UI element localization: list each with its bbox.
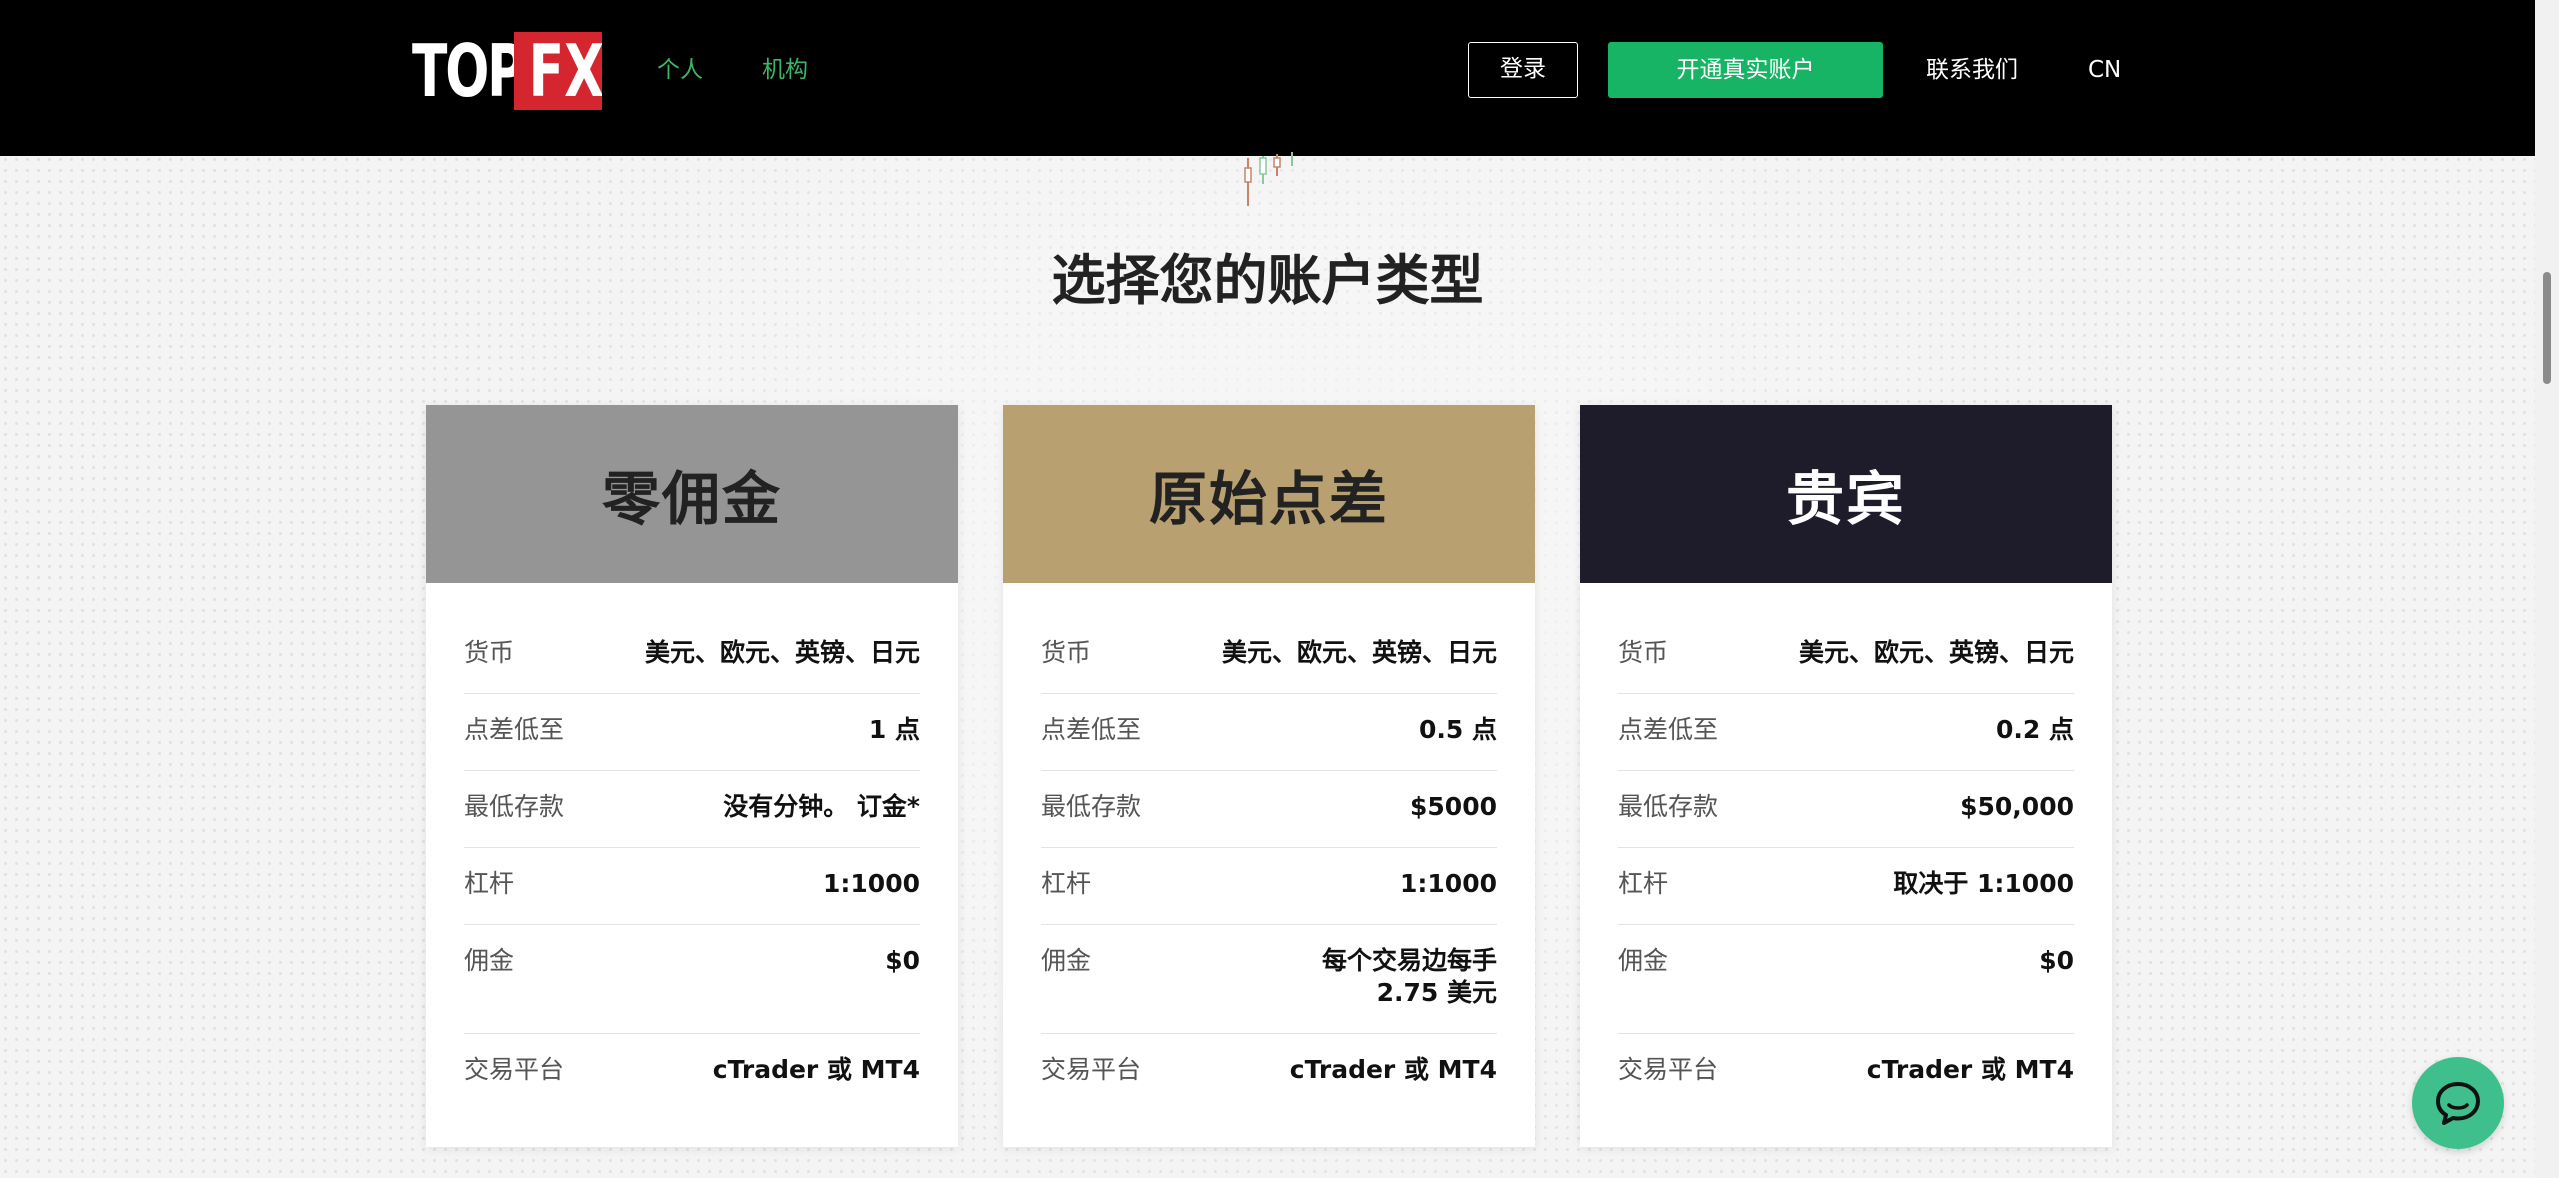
row-value: 每个交易边每手 2.75 美元	[1321, 946, 1497, 1007]
page-scrollbar[interactable]	[2535, 0, 2559, 1178]
row-min-deposit: 最低存款 $5000	[1041, 771, 1497, 848]
row-label: 杠杆	[1618, 869, 1669, 898]
row-label: 交易平台	[1618, 1055, 1719, 1084]
row-platform: 交易平台 cTrader 或 MT4	[464, 1034, 920, 1111]
logo-fx-text: FX	[528, 32, 602, 110]
card-body: 货币 美元、欧元、英镑、日元 点差低至 0.5 点 最低存款 $5000 杠杆 1:10…	[1003, 583, 1535, 1111]
site-header: TOP FX 个人 机构 登录 开通真实账户 联系我们 CN	[0, 0, 2535, 156]
row-value: 0.2 点	[1996, 715, 2074, 744]
row-spread: 点差低至 0.5 点	[1041, 694, 1497, 771]
language-selector[interactable]: CN	[2088, 50, 2121, 90]
row-label: 点差低至	[1618, 715, 1719, 744]
row-label: 最低存款	[464, 792, 565, 821]
login-button[interactable]: 登录	[1468, 42, 1578, 98]
row-label: 最低存款	[1618, 792, 1719, 821]
row-label: 货币	[464, 638, 515, 667]
row-spread: 点差低至 1 点	[464, 694, 920, 771]
row-label: 点差低至	[1041, 715, 1142, 744]
row-label: 佣金	[464, 946, 515, 975]
chat-button[interactable]	[2412, 1057, 2504, 1149]
row-value: $5000	[1410, 792, 1497, 821]
row-value: 1 点	[868, 715, 920, 744]
topfx-logo[interactable]: TOP FX	[412, 30, 602, 112]
row-value: 0.5 点	[1419, 715, 1497, 744]
row-label: 佣金	[1041, 946, 1092, 975]
row-value: $50,000	[1960, 792, 2074, 821]
row-value: 没有分钟。 订金*	[723, 792, 920, 821]
nav-personal[interactable]: 个人	[657, 50, 703, 90]
card-title: 零佣金	[601, 465, 782, 533]
row-leverage: 杠杆 取决于 1:1000	[1618, 848, 2074, 925]
chat-bubble-icon	[2436, 1082, 2480, 1125]
card-body: 货币 美元、欧元、英镑、日元 点差低至 0.2 点 最低存款 $50,000 杠杆 取决…	[1580, 583, 2112, 1111]
row-label: 佣金	[1618, 946, 1669, 975]
row-label: 杠杆	[1041, 869, 1092, 898]
row-min-deposit: 最低存款 $50,000	[1618, 771, 2074, 848]
account-card-raw-spread: 原始点差 货币 美元、欧元、英镑、日元 点差低至 0.5 点 最低存款 $5000 杠…	[1003, 405, 1535, 1147]
row-min-deposit: 最低存款 没有分钟。 订金*	[464, 771, 920, 848]
row-spread: 点差低至 0.2 点	[1618, 694, 2074, 771]
account-card-vip: 贵宾 货币 美元、欧元、英镑、日元 点差低至 0.2 点 最低存款 $50,000 杠…	[1580, 405, 2112, 1147]
open-live-account-button[interactable]: 开通真实账户	[1608, 42, 1883, 98]
row-leverage: 杠杆 1:1000	[1041, 848, 1497, 925]
card-title: 原始点差	[1148, 465, 1389, 533]
row-value: 美元、欧元、英镑、日元	[1798, 638, 2074, 667]
row-value: cTrader 或 MT4	[712, 1055, 920, 1084]
logo-top-text: TOP	[412, 29, 525, 113]
row-label: 交易平台	[1041, 1055, 1142, 1084]
card-body: 货币 美元、欧元、英镑、日元 点差低至 1 点 最低存款 没有分钟。 订金* 杠杆 1:…	[426, 583, 958, 1111]
row-value: $0	[2039, 946, 2074, 975]
row-commission: 佣金 每个交易边每手 2.75 美元	[1041, 925, 1497, 1034]
row-commission: 佣金 $0	[464, 925, 920, 1034]
row-value: cTrader 或 MT4	[1866, 1055, 2074, 1084]
row-label: 货币	[1618, 638, 1669, 667]
account-card-zero-commission: 零佣金 货币 美元、欧元、英镑、日元 点差低至 1 点 最低存款 没有分钟。 订金* …	[426, 405, 958, 1147]
card-header: 零佣金	[426, 405, 958, 583]
contact-us-link[interactable]: 联系我们	[1926, 50, 2018, 90]
row-leverage: 杠杆 1:1000	[464, 848, 920, 925]
row-currency: 货币 美元、欧元、英镑、日元	[464, 617, 920, 694]
logo-fx-box: FX	[514, 32, 602, 110]
row-platform: 交易平台 cTrader 或 MT4	[1041, 1034, 1497, 1111]
scrollbar-thumb[interactable]	[2543, 272, 2551, 384]
section-title: 选择您的账户类型	[1051, 249, 1484, 312]
row-value: 美元、欧元、英镑、日元	[644, 638, 920, 667]
card-header: 贵宾	[1580, 405, 2112, 583]
card-header: 原始点差	[1003, 405, 1535, 583]
card-title: 贵宾	[1785, 465, 1906, 533]
row-platform: 交易平台 cTrader 或 MT4	[1618, 1034, 2074, 1111]
row-label: 最低存款	[1041, 792, 1142, 821]
row-currency: 货币 美元、欧元、英镑、日元	[1618, 617, 2074, 694]
row-commission: 佣金 $0	[1618, 925, 2074, 1034]
nav-institutional[interactable]: 机构	[762, 50, 808, 90]
row-value: $0	[885, 946, 920, 975]
row-label: 交易平台	[464, 1055, 565, 1084]
row-value: 1:1000	[823, 869, 920, 898]
row-label: 货币	[1041, 638, 1092, 667]
row-currency: 货币 美元、欧元、英镑、日元	[1041, 617, 1497, 694]
row-value: 1:1000	[1400, 869, 1497, 898]
candlestick-icon	[1244, 152, 1293, 206]
row-label: 点差低至	[464, 715, 565, 744]
row-label: 杠杆	[464, 869, 515, 898]
row-value: 美元、欧元、英镑、日元	[1221, 638, 1497, 667]
row-value: cTrader 或 MT4	[1289, 1055, 1497, 1084]
row-value: 取决于 1:1000	[1893, 869, 2074, 898]
